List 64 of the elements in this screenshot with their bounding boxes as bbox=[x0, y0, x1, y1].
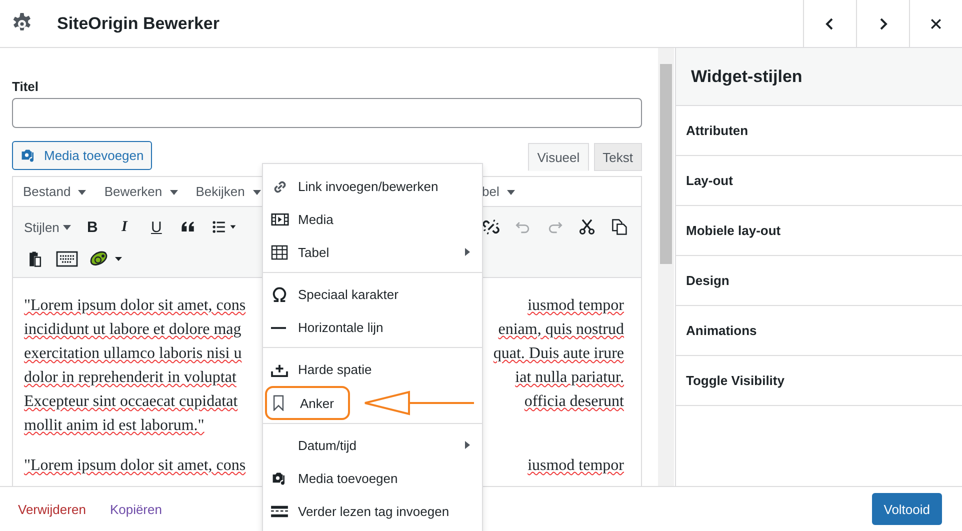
read-more-icon bbox=[271, 504, 288, 519]
menu-item[interactable]: Tabel bbox=[263, 236, 482, 269]
sidebar-title: Widget-stijlen bbox=[676, 48, 962, 106]
paragraph-text: dolor in reprehenderit in voluptat bbox=[24, 368, 236, 388]
paragraph-text: iusmod tempor bbox=[528, 296, 624, 316]
done-button[interactable]: Voltooid bbox=[872, 493, 942, 525]
paragraph-text: "Lorem ipsum dolor sit amet, cons bbox=[24, 456, 246, 476]
title-input[interactable] bbox=[12, 98, 642, 128]
caret-icon bbox=[507, 190, 515, 196]
title-label: Titel bbox=[12, 78, 40, 96]
paragraph-text: iat nulla pariatur. bbox=[515, 368, 624, 388]
delete-link[interactable]: Verwijderen bbox=[18, 502, 86, 516]
sidebar-section[interactable]: Animations bbox=[676, 306, 962, 356]
scrollbar[interactable] bbox=[658, 48, 674, 486]
styles-dropdown[interactable]: Stijlen bbox=[21, 213, 74, 241]
paragraph-text: exercitation ullamco laboris nisi u bbox=[24, 344, 242, 364]
sidebar-section[interactable]: Design bbox=[676, 256, 962, 306]
caret-icon bbox=[63, 224, 72, 230]
caret-icon bbox=[170, 190, 178, 196]
menu-item[interactable]: Media bbox=[263, 203, 482, 236]
menu-item[interactable]: Horizontale lijn bbox=[263, 311, 482, 344]
keyboard-icon bbox=[56, 251, 78, 267]
omega-icon bbox=[271, 286, 288, 303]
bookmark-icon bbox=[273, 395, 284, 411]
sidebar-section[interactable]: Attributen bbox=[676, 106, 962, 156]
copy-icon bbox=[610, 218, 628, 236]
paragraph-text: officia deserunt bbox=[524, 392, 624, 412]
paragraph-text: quat. Duis aute irure bbox=[493, 344, 624, 364]
menu-item[interactable]: Datum/tijd bbox=[263, 429, 482, 462]
close-icon bbox=[929, 16, 943, 30]
window-title: SiteOrigin Bewerker bbox=[57, 14, 221, 34]
space-icon bbox=[271, 362, 288, 377]
italic-button[interactable]: I bbox=[110, 213, 138, 241]
add-media-button[interactable]: Media toevoegen bbox=[12, 141, 152, 170]
table-icon bbox=[271, 245, 288, 260]
caret-icon bbox=[252, 190, 260, 196]
paragraph-text: eniam, quis nostrud bbox=[498, 320, 624, 340]
paragraph-text: incididunt ut labore et dolore mag bbox=[24, 320, 242, 340]
menu-button[interactable]: Bewerken bbox=[98, 183, 184, 200]
caret-icon bbox=[78, 190, 86, 196]
submenu-caret-icon bbox=[465, 441, 470, 449]
editor-tab[interactable]: Visueel bbox=[528, 143, 589, 171]
film-icon bbox=[271, 212, 289, 227]
paragraph-text: mollit anim id est laborum." bbox=[24, 416, 204, 436]
unlink-icon bbox=[482, 218, 500, 236]
menu-item[interactable]: Speciaal karakter bbox=[263, 278, 482, 311]
paragraph-text: Excepteur sint occaecat cupidatat bbox=[24, 392, 238, 412]
underline-button[interactable]: U bbox=[142, 213, 170, 241]
menu-item[interactable]: Anker bbox=[265, 386, 350, 420]
menu-button[interactable]: Bestand bbox=[17, 183, 92, 200]
paragraph-text: iusmod tempor bbox=[528, 456, 624, 476]
menu-item[interactable]: Harde spatie bbox=[263, 353, 482, 386]
horizontal-line-icon bbox=[271, 326, 286, 330]
sidebar-section[interactable]: Toggle Visibility bbox=[676, 356, 962, 406]
menu-item[interactable]: Media toevoegen bbox=[263, 462, 482, 495]
menu-item[interactable]: Verder lezen tag invoegen bbox=[263, 495, 482, 528]
submenu-caret-icon bbox=[465, 248, 470, 256]
copy-link[interactable]: Kopiëren bbox=[110, 502, 162, 516]
sidebar-section[interactable]: Mobiele lay-out bbox=[676, 206, 962, 256]
sidebar-section[interactable]: Lay-out bbox=[676, 156, 962, 206]
bold-button[interactable]: B bbox=[78, 213, 106, 241]
scissors-icon bbox=[578, 218, 596, 236]
editor-tab[interactable]: Tekst bbox=[594, 143, 642, 171]
paragraph-text: "Lorem ipsum dolor sit amet, cons bbox=[24, 296, 246, 316]
